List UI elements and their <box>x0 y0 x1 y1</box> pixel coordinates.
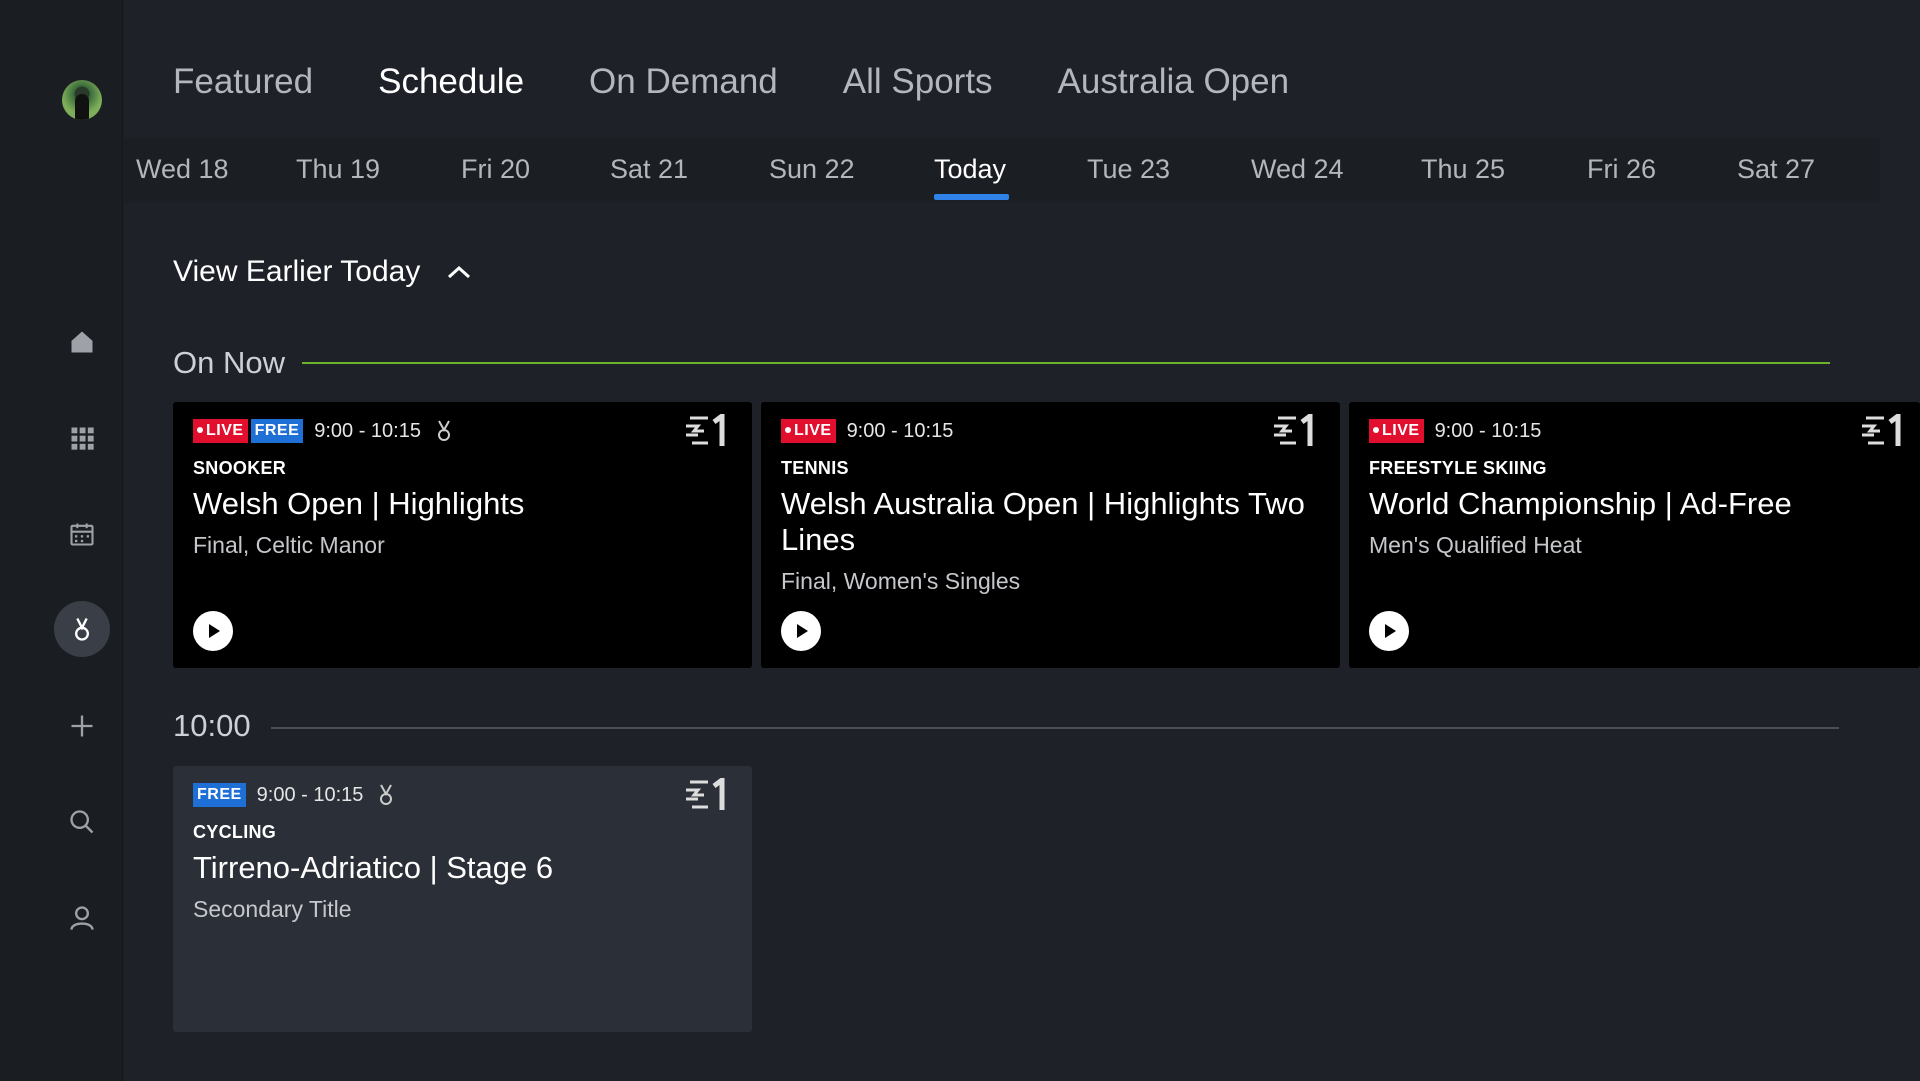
date-item[interactable]: Thu 19 <box>296 154 380 185</box>
chevron-up-icon <box>448 265 471 279</box>
date-item[interactable]: Thu 25 <box>1421 154 1505 185</box>
date-item-today[interactable]: Today <box>934 154 1006 185</box>
event-title: Welsh Australia Open | Highlights Two Li… <box>781 486 1305 557</box>
tab-australia-open[interactable]: Australia Open <box>1058 62 1290 112</box>
event-subtitle: Final, Women's Singles <box>781 568 1021 594</box>
event-subtitle: Final, Celtic Manor <box>193 532 385 558</box>
event-card[interactable]: LIVE FREE 9:00 - 10:15 SNOOKER Welsh Ope… <box>173 402 752 668</box>
medal-icon[interactable] <box>54 601 110 657</box>
live-badge: LIVE <box>781 419 836 443</box>
medal-icon <box>380 784 393 805</box>
date-item[interactable]: Wed 24 <box>1251 154 1344 185</box>
free-badge: FREE <box>193 783 246 807</box>
home-icon[interactable] <box>54 314 110 370</box>
sidebar <box>0 0 123 1081</box>
event-title: Welsh Open | Highlights <box>193 486 525 521</box>
play-icon <box>209 624 220 638</box>
date-item[interactable]: Wed 18 <box>136 154 229 185</box>
search-icon[interactable] <box>54 794 110 850</box>
live-badge: LIVE <box>1369 419 1424 443</box>
play-button[interactable] <box>1369 611 1409 651</box>
grid-icon[interactable] <box>54 410 110 466</box>
top-nav-tabs: Featured Schedule On Demand All Sports A… <box>173 62 1354 112</box>
event-subtitle: Men's Qualified Heat <box>1369 532 1582 558</box>
play-button[interactable] <box>781 611 821 651</box>
event-title: Tirreno-Adriatico | Stage 6 <box>193 850 554 885</box>
date-item[interactable]: Sat 21 <box>610 154 688 185</box>
event-sport: FREESTYLE SKIING <box>1369 458 1547 478</box>
event-time: 9:00 - 10:15 <box>846 419 954 442</box>
play-icon <box>1385 624 1396 638</box>
date-item[interactable]: Fri 20 <box>461 154 530 185</box>
calendar-icon[interactable] <box>54 506 110 562</box>
view-earlier-toggle[interactable]: View Earlier Today <box>173 255 472 289</box>
tab-all-sports[interactable]: All Sports <box>843 62 993 112</box>
date-strip: Wed 18 Thu 19 Fri 20 Sat 21 Sun 22 Today… <box>124 138 1880 202</box>
selected-date-indicator <box>934 194 1009 200</box>
event-card[interactable]: FREE 9:00 - 10:15 CYCLING Tirreno-Adriat… <box>173 766 752 1032</box>
on-now-line <box>302 362 1830 364</box>
play-button[interactable] <box>193 611 233 651</box>
plus-icon[interactable] <box>54 698 110 754</box>
avatar[interactable] <box>62 80 102 120</box>
event-subtitle: Secondary Title <box>193 896 352 922</box>
tab-featured[interactable]: Featured <box>173 62 313 112</box>
time-slot-heading: 10:00 <box>173 708 251 743</box>
on-now-heading: On Now <box>173 345 285 380</box>
eurosport1-logo-icon <box>1862 414 1901 446</box>
play-icon <box>797 624 808 638</box>
event-time: 9:00 - 10:15 <box>256 783 364 806</box>
event-sport: CYCLING <box>193 822 277 842</box>
eurosport1-logo-icon <box>686 414 725 446</box>
live-badge: LIVE <box>193 419 248 443</box>
free-badge: FREE <box>250 419 304 443</box>
date-item[interactable]: Fri 26 <box>1587 154 1656 185</box>
user-icon[interactable] <box>54 890 110 946</box>
eurosport1-logo-icon <box>1274 414 1313 446</box>
date-item[interactable]: Tue 23 <box>1087 154 1170 185</box>
event-time: 9:00 - 10:15 <box>314 419 421 442</box>
event-sport: TENNIS <box>781 458 849 478</box>
date-item[interactable]: Sun 22 <box>769 154 855 185</box>
time-slot-line <box>271 727 1839 729</box>
event-title: World Championship | Ad-Free <box>1369 486 1792 521</box>
eurosport1-logo-icon <box>686 778 725 810</box>
date-item[interactable]: Sat 27 <box>1737 154 1815 185</box>
tab-on-demand[interactable]: On Demand <box>589 62 778 112</box>
tab-schedule[interactable]: Schedule <box>378 62 524 112</box>
medal-icon <box>437 420 450 441</box>
event-time: 9:00 - 10:15 <box>1434 419 1542 442</box>
event-card[interactable]: LIVE 9:00 - 10:15 TENNIS Welsh Australia… <box>761 402 1340 668</box>
event-sport: SNOOKER <box>193 458 287 478</box>
view-earlier-label: View Earlier Today <box>173 255 421 288</box>
event-card[interactable]: LIVE 9:00 - 10:15 FREESTYLE SKIING World… <box>1349 402 1920 668</box>
